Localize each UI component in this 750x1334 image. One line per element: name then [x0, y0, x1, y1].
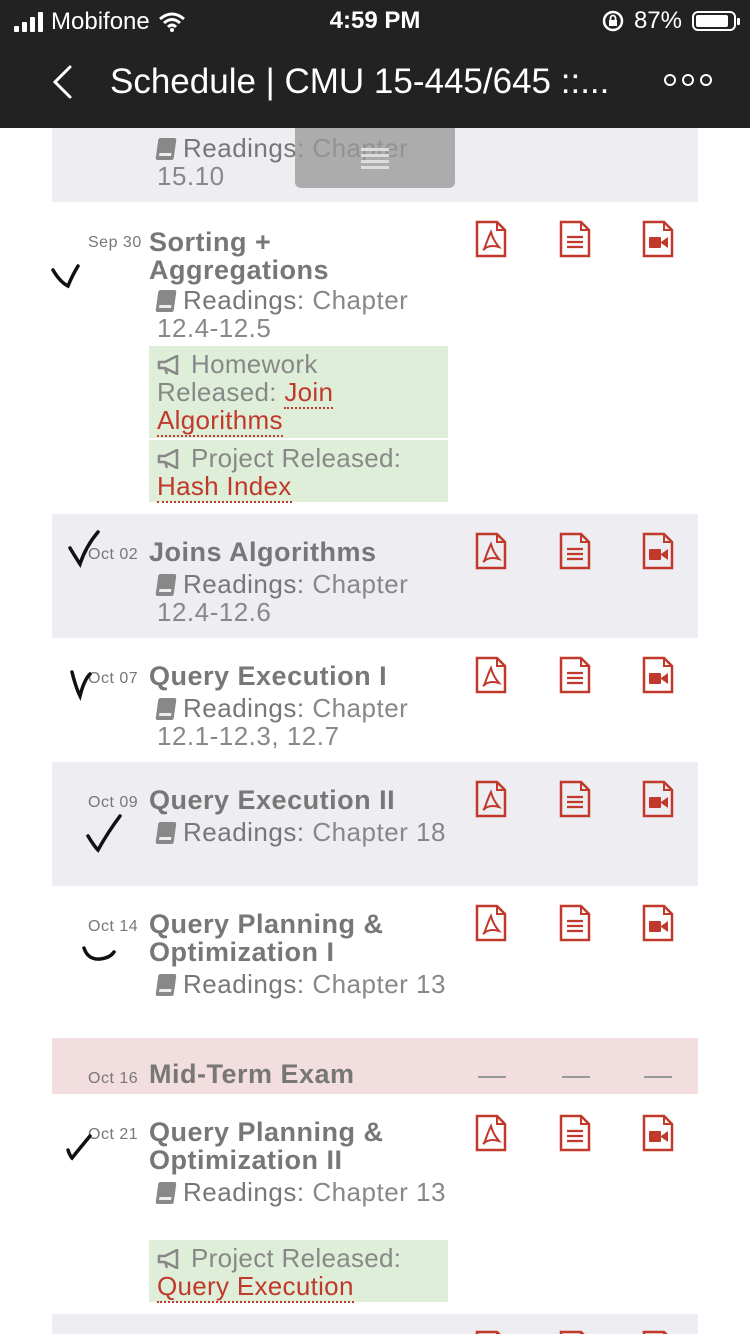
pdf-icon[interactable]	[474, 656, 508, 694]
announcement: Homework Released: Join Algorithms	[149, 346, 448, 438]
readings: Readings: Chapter 12.4-12.6	[155, 569, 409, 627]
book-icon	[155, 974, 177, 996]
battery-icon	[692, 11, 740, 31]
book-icon	[155, 138, 177, 160]
lecture-title[interactable]: Query Execution I	[149, 662, 449, 690]
exam-row: Oct 16 Mid-Term Exam	[52, 1038, 698, 1094]
scroll-handle[interactable]	[295, 128, 455, 188]
schedule-row: Oct 14 Query Planning & Optimization I R…	[52, 886, 698, 1038]
megaphone-icon	[157, 449, 179, 469]
no-video-dash	[644, 1076, 672, 1078]
readings: Readings: Chapter 13	[155, 970, 457, 998]
lecture-title[interactable]: Query Planning & Optimization I	[149, 910, 449, 966]
schedule-row: Oct 02 Joins Algorithms Readings: Chapte…	[52, 514, 698, 638]
lecture-date: Oct 14	[88, 918, 139, 935]
no-notes-dash	[562, 1076, 590, 1078]
lecture-title[interactable]: Query Planning & Optimization II	[149, 1118, 449, 1174]
lecture-date: Oct 16	[88, 1070, 139, 1087]
schedule-row: Oct 21 Query Planning & Optimization II …	[52, 1100, 698, 1312]
book-icon	[155, 1182, 177, 1204]
notes-icon[interactable]	[558, 780, 592, 818]
video-icon[interactable]	[641, 780, 675, 818]
readings: Readings: Chapter 13	[155, 1178, 457, 1206]
handwritten-check	[86, 814, 122, 853]
lecture-title[interactable]: Sorting + Aggregations	[149, 228, 449, 284]
pdf-icon[interactable]	[474, 904, 508, 942]
lecture-title[interactable]: Query Execution II	[149, 786, 449, 814]
announcement: Project Released: Hash Index	[149, 440, 448, 503]
readings: Readings: Chapter 18	[155, 818, 457, 846]
schedule-row	[52, 1314, 698, 1334]
orientation-lock-icon	[602, 10, 624, 32]
lecture-date: Sep 30	[88, 234, 142, 251]
book-icon	[155, 290, 177, 312]
nav-bar: Schedule | CMU 15-445/645 ::...	[0, 40, 750, 128]
schedule-row: Sep 30 Sorting + Aggregations Readings: …	[52, 202, 698, 508]
book-icon	[155, 822, 177, 844]
schedule-list: Readings: Chapter 15.10 Sep 30 Sorting +…	[0, 128, 750, 1334]
schedule-row: Oct 09 Query Execution II Readings: Chap…	[52, 762, 698, 886]
pdf-icon[interactable]	[474, 220, 508, 258]
video-icon[interactable]	[641, 220, 675, 258]
video-icon[interactable]	[641, 904, 675, 942]
no-slides-dash	[478, 1076, 506, 1078]
notes-icon[interactable]	[558, 1330, 592, 1334]
schedule-row: Oct 07 Query Execution I Readings: Chapt…	[52, 638, 698, 762]
notes-icon[interactable]	[558, 904, 592, 942]
handwritten-check	[51, 264, 80, 289]
announcement: Project Released: Query Execution	[149, 1240, 448, 1303]
pdf-icon[interactable]	[474, 1114, 508, 1152]
status-bar: Mobifone 4:59 PM 87%	[0, 0, 750, 40]
megaphone-icon	[157, 1249, 179, 1269]
pdf-icon[interactable]	[474, 780, 508, 818]
battery-percent: 87%	[633, 7, 682, 34]
video-icon[interactable]	[641, 532, 675, 570]
video-icon[interactable]	[641, 656, 675, 694]
pdf-icon[interactable]	[474, 532, 508, 570]
book-icon	[155, 698, 177, 720]
video-icon[interactable]	[641, 1330, 675, 1334]
project-link[interactable]: Query Execution	[157, 1271, 354, 1303]
notes-icon[interactable]	[558, 220, 592, 258]
handwritten-check	[70, 670, 92, 702]
battery-group: 87%	[602, 7, 740, 35]
handwritten-check	[82, 946, 116, 961]
handwritten-check	[66, 1134, 92, 1161]
project-link[interactable]: Hash Index	[157, 471, 292, 503]
readings: Readings: Chapter 12.1-12.3, 12.7	[155, 693, 409, 751]
readings: Readings: Chapter 12.4-12.5	[155, 285, 409, 343]
megaphone-icon	[157, 355, 179, 375]
back-chevron-icon[interactable]	[50, 64, 74, 100]
video-icon[interactable]	[641, 1114, 675, 1152]
page-title: Schedule | CMU 15-445/645 ::...	[110, 62, 610, 101]
more-options-icon[interactable]	[664, 74, 712, 86]
notes-icon[interactable]	[558, 656, 592, 694]
notes-icon[interactable]	[558, 532, 592, 570]
exam-title: Mid-Term Exam	[149, 1059, 355, 1089]
notes-icon[interactable]	[558, 1114, 592, 1152]
book-icon	[155, 574, 177, 596]
lecture-title[interactable]: Joins Algorithms	[149, 538, 449, 566]
pdf-icon[interactable]	[474, 1330, 508, 1334]
handwritten-check	[68, 530, 100, 568]
